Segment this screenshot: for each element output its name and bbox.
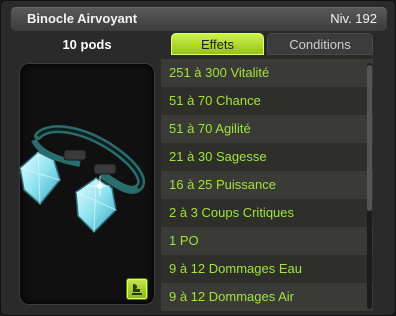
effects-scrollbar[interactable] bbox=[367, 63, 372, 309]
set-icon bbox=[132, 284, 142, 295]
effect-row: 21 à 30 Sagesse bbox=[161, 143, 373, 171]
set-button[interactable] bbox=[126, 278, 148, 300]
item-weight: 10 pods bbox=[62, 37, 112, 52]
effect-row: 51 à 70 Agilité bbox=[161, 115, 373, 143]
item-tooltip-panel: Binocle Airvoyant Niv. 192 10 pods Effet… bbox=[0, 0, 396, 316]
effect-row: 2 à 3 Coups Critiques bbox=[161, 199, 373, 227]
scrollbar-thumb[interactable] bbox=[367, 65, 372, 211]
tab-conditions[interactable]: Conditions bbox=[267, 33, 373, 55]
tab-effets[interactable]: Effets bbox=[171, 33, 264, 55]
binocle-item-image bbox=[20, 125, 146, 234]
effect-row: 9 à 12 Dommages Air bbox=[161, 283, 373, 311]
effect-row: 251 à 300 Vitalité bbox=[161, 59, 373, 87]
effect-row: 51 à 70 Chance bbox=[161, 87, 373, 115]
item-level: Niv. 192 bbox=[330, 11, 377, 26]
effects-list: 251 à 300 Vitalité 51 à 70 Chance 51 à 7… bbox=[161, 59, 373, 311]
item-image-frame bbox=[19, 63, 155, 305]
effect-row: 9 à 12 Dommages Eau bbox=[161, 255, 373, 283]
title-bar: Binocle Airvoyant Niv. 192 bbox=[11, 7, 387, 31]
item-name: Binocle Airvoyant bbox=[27, 11, 138, 26]
effect-row: 1 PO bbox=[161, 227, 373, 255]
effect-row: 16 à 25 Puissance bbox=[161, 171, 373, 199]
